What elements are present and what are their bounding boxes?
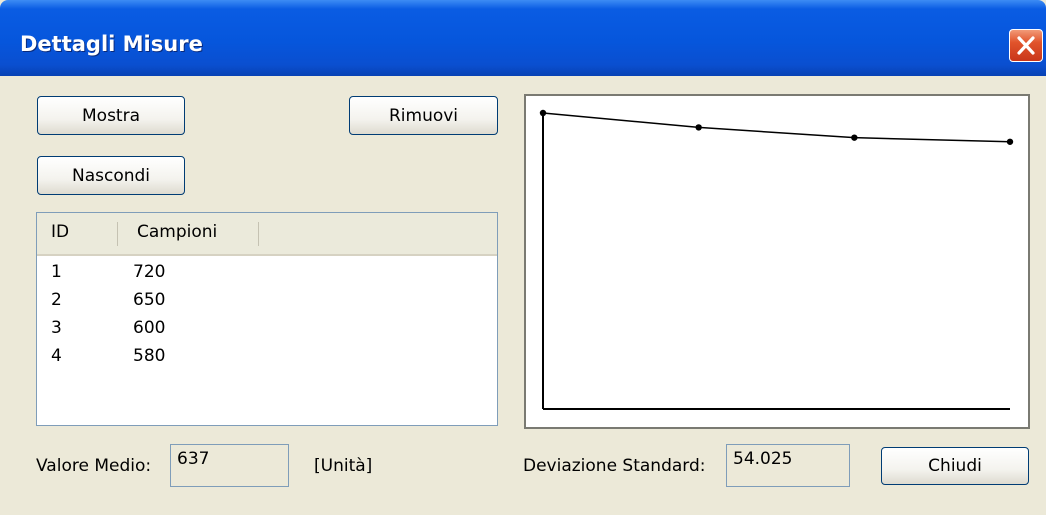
- std-dev-value-field[interactable]: 54.025: [726, 444, 850, 487]
- close-button[interactable]: Chiudi: [881, 447, 1029, 485]
- title-bar[interactable]: Dettagli Misure: [0, 0, 1046, 76]
- column-separator[interactable]: [258, 222, 259, 246]
- close-window-button[interactable]: [1009, 29, 1043, 62]
- cell-samples: 600: [133, 318, 166, 338]
- std-dev-label: Deviazione Standard:: [523, 456, 706, 476]
- window-title: Dettagli Misure: [20, 32, 203, 56]
- dialog-window: Dettagli Misure Mostra Rimuovi Nascondi …: [0, 0, 1046, 515]
- column-header-samples[interactable]: Campioni: [137, 213, 217, 252]
- line-chart: [539, 109, 1014, 410]
- hide-button[interactable]: Nascondi: [37, 156, 185, 195]
- cell-id: 4: [51, 346, 62, 366]
- mean-value-field[interactable]: 637: [170, 444, 289, 487]
- data-point: [539, 109, 547, 117]
- table-row[interactable]: 2 650: [37, 286, 497, 315]
- data-point: [851, 134, 858, 141]
- data-point: [695, 124, 702, 131]
- cell-samples: 580: [133, 346, 166, 366]
- table-row[interactable]: 3 600: [37, 314, 497, 343]
- cell-id: 1: [51, 262, 62, 282]
- cell-samples: 650: [133, 290, 166, 310]
- chart-panel: [524, 94, 1030, 429]
- table-row[interactable]: 1 720: [37, 258, 497, 287]
- column-header-id[interactable]: ID: [51, 213, 69, 252]
- mean-label: Valore Medio:: [36, 456, 152, 476]
- cell-id: 3: [51, 318, 62, 338]
- unit-label: [Unità]: [314, 456, 373, 476]
- show-button[interactable]: Mostra: [37, 96, 185, 135]
- cell-samples: 720: [133, 262, 166, 282]
- samples-list[interactable]: ID Campioni 1 720 2 650 3 600 4 580: [36, 212, 498, 426]
- list-header: ID Campioni: [37, 213, 497, 256]
- series-line: [542, 112, 1011, 143]
- column-separator[interactable]: [117, 222, 118, 246]
- cell-id: 2: [51, 290, 62, 310]
- remove-button[interactable]: Rimuovi: [349, 96, 498, 135]
- close-icon: [1017, 36, 1035, 55]
- table-row[interactable]: 4 580: [37, 342, 497, 371]
- data-point: [1006, 138, 1014, 145]
